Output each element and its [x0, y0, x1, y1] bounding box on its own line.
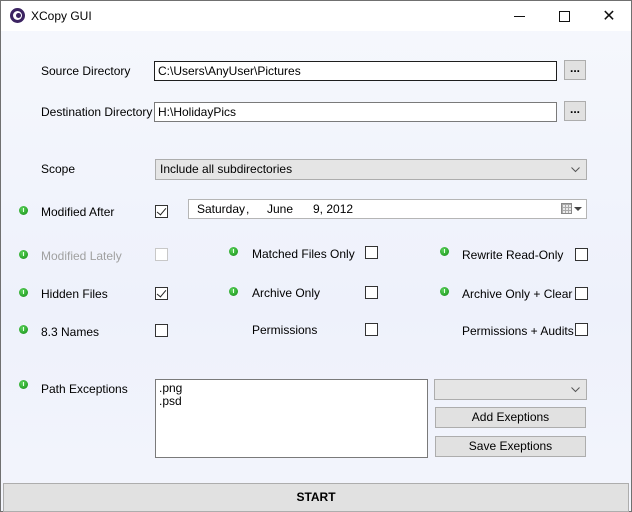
date-weekday: Saturday [197, 202, 246, 216]
matched-files-only-checkbox[interactable] [365, 246, 378, 259]
archive-only-clear-label: Archive Only + Clear [462, 287, 573, 301]
close-icon: ✕ [602, 6, 616, 25]
source-browse-button[interactable]: ... [564, 60, 586, 80]
minimize-icon [513, 15, 525, 17]
permissions-label: Permissions [252, 323, 318, 337]
window-title: XCopy GUI [31, 9, 92, 23]
modified-lately-label: Modified Lately [41, 249, 122, 263]
rewrite-read-only-checkbox[interactable] [575, 248, 588, 261]
permissions-audits-label: Permissions + Audits [462, 324, 574, 338]
info-icon [229, 247, 238, 256]
modified-after-datepicker[interactable]: Saturday , June 9, 2012 [188, 199, 587, 219]
modified-lately-checkbox[interactable] [155, 248, 168, 261]
destination-browse-button[interactable]: ... [564, 101, 586, 121]
add-exceptions-button[interactable]: Add Exeptions [435, 407, 586, 428]
minimize-button[interactable] [496, 1, 542, 31]
destination-directory-label: Destination Directory [41, 105, 153, 119]
date-month: June [267, 202, 294, 216]
exceptions-dropdown[interactable] [434, 379, 587, 400]
8-3-names-checkbox[interactable] [155, 324, 168, 337]
source-directory-input[interactable]: C:\Users\AnyUser\Pictures [154, 61, 557, 81]
xcopy-window: XCopy GUI ✕ Source Directory C:\Users\An… [0, 0, 632, 512]
info-icon [229, 287, 238, 296]
start-button[interactable]: START [3, 483, 629, 512]
chevron-down-icon [571, 167, 580, 173]
info-icon [19, 250, 28, 259]
scope-selected-value: Include all subdirectories [160, 162, 293, 176]
maximize-icon [558, 10, 570, 22]
8-3-names-label: 8.3 Names [41, 325, 100, 339]
hidden-files-checkbox[interactable] [155, 287, 168, 300]
path-exceptions-label: Path Exceptions [41, 382, 128, 396]
save-exceptions-button[interactable]: Save Exeptions [435, 436, 586, 457]
date-day-year: 9, 2012 [313, 202, 354, 216]
calendar-icon[interactable] [561, 203, 572, 214]
info-icon [19, 325, 28, 334]
date-separator: , [246, 202, 250, 216]
caret-down-icon[interactable] [574, 207, 582, 211]
info-icon [19, 288, 28, 297]
modified-after-label: Modified After [41, 205, 115, 219]
permissions-checkbox[interactable] [365, 323, 378, 336]
info-icon [19, 380, 28, 389]
info-icon [440, 287, 449, 296]
archive-only-checkbox[interactable] [365, 286, 378, 299]
info-icon [440, 247, 449, 256]
scope-label: Scope [41, 162, 76, 176]
path-exceptions-textarea[interactable]: .png .psd [155, 379, 428, 458]
archive-only-label: Archive Only [252, 286, 321, 300]
hidden-files-label: Hidden Files [41, 287, 108, 301]
modified-after-checkbox[interactable] [155, 205, 168, 218]
info-icon [19, 206, 28, 215]
source-directory-label: Source Directory [41, 64, 131, 78]
close-button[interactable]: ✕ [586, 1, 632, 31]
maximize-button[interactable] [541, 1, 587, 31]
scope-dropdown[interactable]: Include all subdirectories [155, 159, 587, 180]
permissions-audits-checkbox[interactable] [575, 323, 588, 336]
matched-files-only-label: Matched Files Only [252, 247, 355, 261]
archive-only-clear-checkbox[interactable] [575, 287, 588, 300]
chevron-down-icon [571, 387, 580, 393]
rewrite-read-only-label: Rewrite Read-Only [462, 248, 564, 262]
title-bar: XCopy GUI ✕ [1, 1, 631, 31]
xcopy-app-icon [10, 8, 25, 23]
destination-directory-input[interactable]: H:\HolidayPics [154, 102, 557, 122]
